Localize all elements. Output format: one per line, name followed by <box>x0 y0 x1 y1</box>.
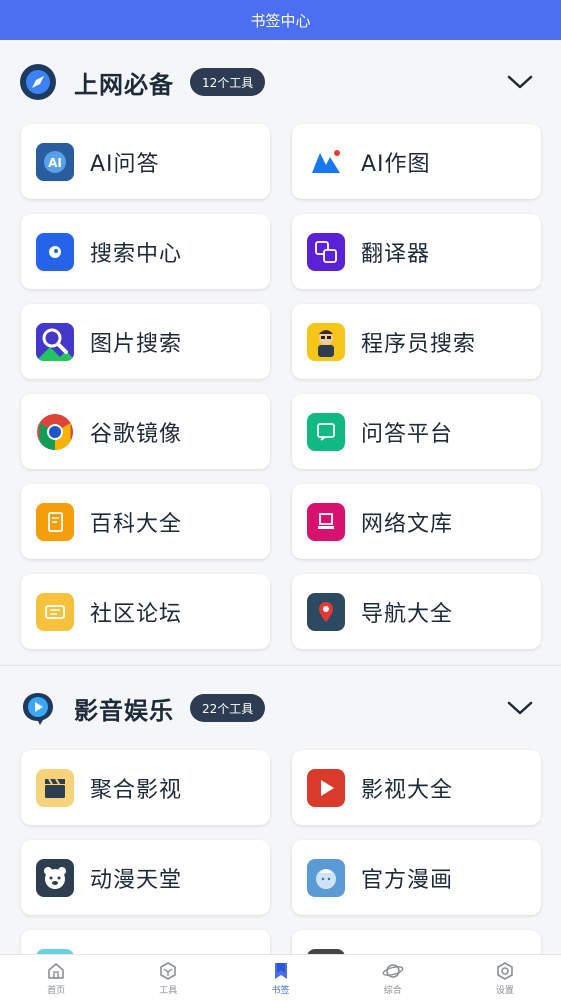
tool-card-translator[interactable]: 翻译器 <box>292 214 541 289</box>
tool-label: 动漫天堂 <box>90 867 183 893</box>
tool-label: AI问答 <box>90 151 160 177</box>
encyclopedia-icon <box>36 502 74 541</box>
tool-count-badge: 22个工具 <box>190 694 266 722</box>
section-media-entertainment: 影音娱乐 22个工具 聚合影视 影视大全 动漫天堂 官方漫画 <box>0 666 561 954</box>
tool-label: 谷歌镜像 <box>90 421 183 447</box>
tool-label: 官方漫画 <box>361 867 454 893</box>
comic-icon <box>307 858 345 897</box>
tool-card-official-comics[interactable]: 官方漫画 <box>292 840 541 915</box>
tool-card-navigation[interactable]: 导航大全 <box>292 574 541 649</box>
tool-card-video-collection[interactable]: 影视大全 <box>292 750 541 825</box>
tab-label: 设置 <box>495 985 514 996</box>
tool-card-partial[interactable] <box>21 930 270 954</box>
tool-label: AI作图 <box>361 151 431 177</box>
planet-icon <box>382 963 404 978</box>
tool-card-library[interactable]: 网络文库 <box>292 484 541 559</box>
tab-bookmarks[interactable]: 书签 <box>224 955 336 1001</box>
image-search-icon <box>36 322 74 361</box>
tool-label: 百科大全 <box>90 511 183 537</box>
programmer-icon <box>307 322 345 361</box>
home-icon <box>48 962 64 979</box>
section-header[interactable]: 影音娱乐 22个工具 <box>0 666 561 750</box>
tool-card-search-center[interactable]: 搜索中心 <box>21 214 270 289</box>
tab-label: 综合 <box>383 985 402 996</box>
bear-icon <box>36 858 74 897</box>
bottom-tab-bar: 首页 工具 书签 综合 设置 <box>0 954 561 1001</box>
section-header[interactable]: 上网必备 12个工具 <box>0 40 561 124</box>
clapper-icon <box>36 768 74 807</box>
tool-card-anime-heaven[interactable]: 动漫天堂 <box>21 840 270 915</box>
tab-home[interactable]: 首页 <box>0 955 112 1001</box>
chevron-down-icon[interactable] <box>505 67 535 97</box>
tool-cube-icon <box>160 961 177 980</box>
tool-card-forum[interactable]: 社区论坛 <box>21 574 270 649</box>
tool-label: 搜索中心 <box>90 241 183 267</box>
tool-label: 社区论坛 <box>90 601 183 627</box>
tool-label: 程序员搜索 <box>361 331 477 357</box>
tool-label: 图片搜索 <box>90 331 183 357</box>
ai-chip-icon: AI <box>36 142 74 181</box>
content-scroll[interactable]: 上网必备 12个工具 AI AI问答 AI作图 搜索中心 翻译器 图片搜索 程序… <box>0 40 561 954</box>
tab-label: 书签 <box>271 985 290 996</box>
tab-tools[interactable]: 工具 <box>112 955 224 1001</box>
tool-label: 翻译器 <box>361 241 431 267</box>
page-title: 书签中心 <box>250 11 311 30</box>
tool-card-encyclopedia[interactable]: 百科大全 <box>21 484 270 559</box>
tab-general[interactable]: 综合 <box>337 955 449 1001</box>
tool-card-ai-qa[interactable]: AI AI问答 <box>21 124 270 199</box>
tool-card-partial[interactable] <box>292 930 541 954</box>
tool-label: 网络文库 <box>361 511 454 537</box>
tool-label: 导航大全 <box>361 601 454 627</box>
chrome-icon <box>36 412 74 451</box>
bookmark-icon <box>274 962 287 979</box>
translate-icon <box>307 232 345 271</box>
tool-card-aggregate-video[interactable]: 聚合影视 <box>21 750 270 825</box>
tool-label: 问答平台 <box>361 421 454 447</box>
tab-label: 首页 <box>47 985 66 996</box>
tool-label: 聚合影视 <box>90 777 183 803</box>
qa-platform-icon <box>307 412 345 451</box>
tool-label: 影视大全 <box>361 777 454 803</box>
chevron-down-icon[interactable] <box>505 693 535 723</box>
settings-hex-icon <box>497 961 513 980</box>
section-online-essentials: 上网必备 12个工具 AI AI问答 AI作图 搜索中心 翻译器 图片搜索 程序… <box>0 40 561 665</box>
svg-text:AI: AI <box>48 156 62 170</box>
forum-icon <box>36 592 74 631</box>
tool-card-qa-platform[interactable]: 问答平台 <box>292 394 541 469</box>
compass-icon <box>20 64 56 100</box>
tool-card-google-mirror[interactable]: 谷歌镜像 <box>21 394 270 469</box>
tab-settings[interactable]: 设置 <box>449 955 561 1001</box>
search-center-icon <box>36 232 74 271</box>
section-title: 影音娱乐 <box>74 696 174 725</box>
tool-card-ai-draw[interactable]: AI作图 <box>292 124 541 199</box>
tab-label: 工具 <box>159 985 178 996</box>
library-icon <box>307 502 345 541</box>
map-pin-icon <box>307 592 345 631</box>
section-title: 上网必备 <box>74 70 174 99</box>
play-bubble-icon <box>20 690 56 726</box>
tool-card-image-search[interactable]: 图片搜索 <box>21 304 270 379</box>
tool-count-badge: 12个工具 <box>190 68 266 96</box>
play-icon <box>307 768 345 807</box>
ai-draw-icon <box>307 142 345 181</box>
top-bar: 书签中心 <box>0 0 561 40</box>
tool-card-programmer-search[interactable]: 程序员搜索 <box>292 304 541 379</box>
